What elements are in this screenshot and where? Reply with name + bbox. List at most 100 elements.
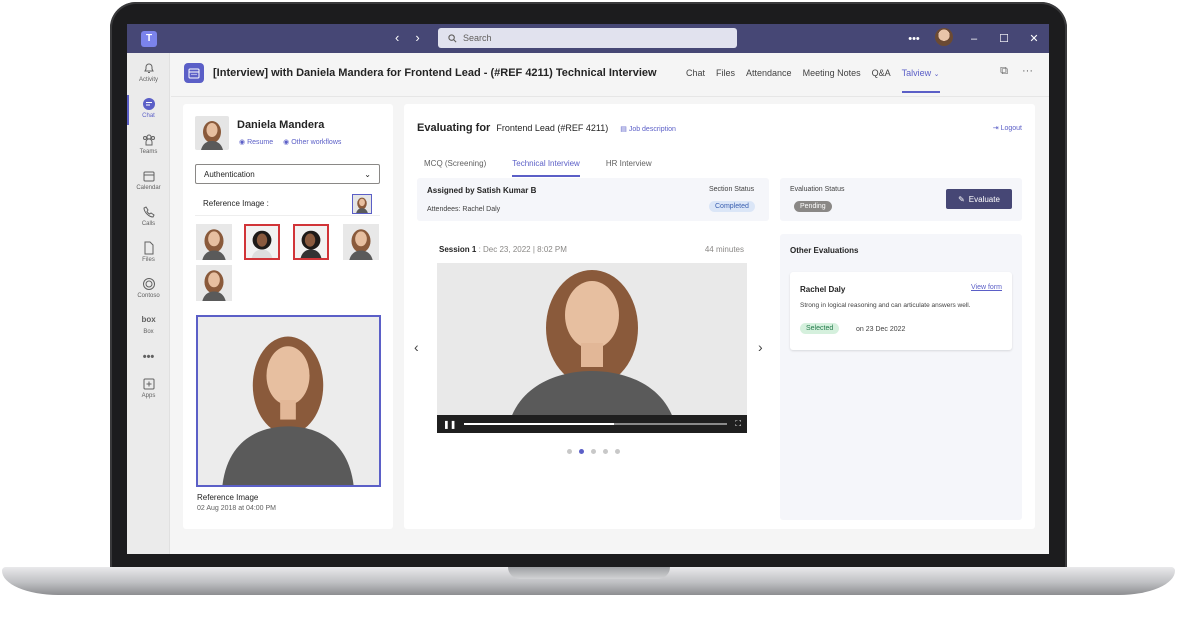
meeting-title: [Interview] with Daniela Mandera for Fro… [213, 67, 657, 79]
chevron-down-icon: ⌄ [364, 170, 371, 179]
rail-item-calendar[interactable]: Calendar [127, 169, 170, 191]
rail-item-box[interactable]: box Box [127, 313, 170, 335]
evaluate-button[interactable]: ✎ Evaluate [946, 189, 1012, 209]
popout-icon[interactable]: ⧉ [1000, 65, 1008, 78]
eye-icon: ◉ [283, 139, 290, 146]
evaluate-label: Evaluate [968, 194, 1000, 204]
carousel-dot[interactable] [591, 449, 596, 454]
capture-thumbnail[interactable] [343, 224, 379, 260]
view-form-link[interactable]: View form [971, 284, 1002, 291]
dropdown-value: Authentication [204, 170, 255, 179]
rail-item-activity[interactable]: Activity [127, 61, 170, 83]
tab-files[interactable]: Files [716, 68, 735, 93]
logout-label: Logout [1000, 125, 1022, 132]
file-icon [144, 241, 153, 255]
section-status-badge: Completed [709, 201, 755, 212]
evaluation-panel: Evaluating for Frontend Lead (#REF 4211)… [404, 104, 1035, 529]
assignment-info: Assigned by Satish Kumar B Attendees: Ra… [417, 178, 769, 221]
section-status-label: Section Status [709, 186, 755, 193]
candidate-name: Daniela Mandera [237, 119, 325, 131]
carousel-dot[interactable] [615, 449, 620, 454]
tab-qa[interactable]: Q&A [872, 68, 891, 93]
rail-label: Apps [141, 393, 156, 399]
review-comment: Strong in logical reasoning and can arti… [800, 302, 971, 309]
carousel-dot[interactable] [579, 449, 584, 454]
teams-icon [142, 134, 155, 146]
forward-arrow-icon[interactable]: › [415, 30, 419, 45]
job-description-label: Job description [628, 126, 676, 133]
maximize-icon[interactable]: ☐ [989, 32, 1019, 45]
tab-talview[interactable]: Talview ⌄ [901, 68, 940, 93]
capture-thumbnail[interactable] [196, 224, 232, 260]
tab-mcq-screening[interactable]: MCQ (Screening) [424, 159, 486, 177]
other-evaluations-title: Other Evaluations [790, 246, 859, 255]
box-icon: box [141, 315, 156, 324]
capture-thumbnail[interactable] [196, 265, 232, 301]
rail-label: Calls [141, 221, 156, 227]
reference-photo-large [196, 315, 381, 487]
more-options-icon[interactable]: ··· [1022, 65, 1033, 78]
tab-technical-interview[interactable]: Technical Interview [512, 159, 580, 177]
calendar-app-icon [184, 63, 204, 83]
bell-icon [143, 63, 154, 73]
candidate-panel: Daniela Mandera ◉ Resume ◉ Other workflo… [183, 104, 393, 529]
section-dropdown[interactable]: Authentication ⌄ [195, 164, 380, 184]
rail-item-teams[interactable]: Teams [127, 133, 170, 155]
tab-hr-interview[interactable]: HR Interview [606, 159, 652, 177]
tab-attendance[interactable]: Attendance [746, 68, 792, 93]
video-controls: ❚❚ ⛶ [437, 415, 747, 433]
profile-avatar[interactable] [929, 28, 959, 49]
rail-item-contoso[interactable]: Contoso [127, 277, 170, 299]
window-controls: ••• – ☐ ✕ [899, 24, 1049, 53]
back-arrow-icon[interactable]: ‹ [395, 30, 399, 45]
video-frame[interactable] [437, 263, 747, 433]
chevron-right-icon[interactable]: › [758, 339, 763, 355]
video-progress-fill [464, 423, 615, 425]
workflows-label: Other workflows [291, 139, 342, 146]
teams-logo-icon[interactable]: T [141, 31, 157, 47]
minimize-icon[interactable]: – [959, 33, 989, 45]
carousel-dot[interactable] [603, 449, 608, 454]
carousel-dots [567, 449, 620, 454]
laptop-notch [508, 567, 670, 579]
reference-image-row: Reference Image : [195, 192, 380, 216]
rail-more-apps[interactable]: ••• [127, 351, 170, 363]
result-badge: Selected [800, 323, 840, 334]
rail-item-calls[interactable]: Calls [127, 205, 170, 227]
resume-label: Resume [247, 139, 274, 146]
close-icon[interactable]: ✕ [1019, 32, 1049, 45]
edit-form-icon: ✎ [958, 194, 965, 204]
search-input[interactable]: Search [438, 28, 737, 48]
tab-meeting-notes[interactable]: Meeting Notes [803, 68, 861, 93]
rail-item-chat[interactable]: Chat [127, 95, 170, 125]
teams-window: T ‹ › Search ••• – ☐ ✕ Activity Chat Tea [127, 24, 1049, 554]
session-info: Session 1 : Dec 23, 2022 | 8:02 PM [439, 245, 567, 254]
eye-icon: ◉ [239, 139, 246, 146]
session-date: : Dec 23, 2022 | 8:02 PM [476, 245, 567, 254]
other-workflows-link[interactable]: ◉ Other workflows [283, 138, 341, 146]
video-progress-bar[interactable] [464, 423, 728, 425]
flagged-thumbnail[interactable] [244, 224, 280, 260]
resume-link[interactable]: ◉ Resume [239, 138, 273, 146]
fullscreen-icon[interactable]: ⛶ [735, 419, 741, 429]
carousel-dot[interactable] [567, 449, 572, 454]
tab-chat[interactable]: Chat [686, 68, 705, 93]
more-options-icon[interactable]: ••• [899, 33, 929, 45]
session-label: Session 1 [439, 245, 477, 254]
rail-item-apps[interactable]: Apps [127, 377, 170, 399]
chevron-left-icon[interactable]: ‹ [414, 339, 419, 355]
search-icon [448, 33, 457, 42]
flagged-thumbnail[interactable] [293, 224, 329, 260]
job-description-link[interactable]: ▤ Job description [620, 125, 676, 133]
pause-icon[interactable]: ❚❚ [443, 420, 456, 429]
logout-link[interactable]: ⇥ Logout [993, 124, 1022, 132]
attendees: Attendees: Rachel Daly [427, 206, 501, 213]
reference-thumb[interactable] [352, 193, 372, 214]
app-rail: Activity Chat Teams Calendar Calls Files… [127, 53, 170, 554]
rail-label: Contoso [137, 293, 160, 299]
interview-tabs: MCQ (Screening) Technical Interview HR I… [424, 159, 652, 177]
eval-status-label: Evaluation Status [790, 186, 845, 193]
rail-item-files[interactable]: Files [127, 241, 170, 263]
reference-label: Reference Image : [203, 199, 269, 208]
rail-label: Chat [142, 113, 155, 119]
